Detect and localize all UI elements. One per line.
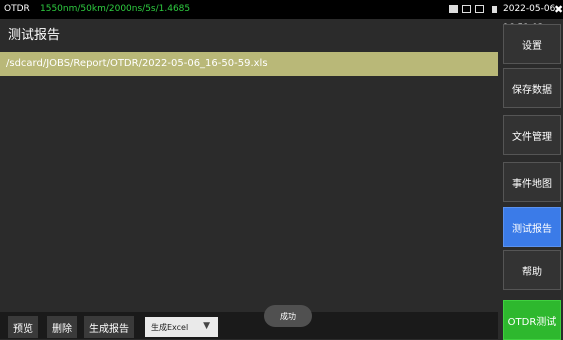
delete-button[interactable]: 删除	[47, 316, 77, 338]
sidebar-item-test-report[interactable]: 测试报告	[503, 207, 561, 247]
battery-icon	[492, 6, 497, 13]
status-bar: OTDR 1550nm/50km/2000ns/5s/1.4685 2022-0…	[0, 0, 563, 33]
sidebar-item-file-manager[interactable]: 文件管理	[503, 115, 561, 155]
bottom-toolbar: 预览 删除 生成报告 生成Excel ▼	[0, 312, 498, 339]
preview-button[interactable]: 预览	[8, 316, 38, 338]
save-icon	[449, 5, 458, 13]
status-icons	[449, 5, 484, 13]
network-icon	[475, 5, 484, 13]
sidebar-item-event-map[interactable]: 事件地图	[503, 162, 561, 202]
close-icon[interactable]: ✖	[554, 0, 563, 19]
chevron-down-icon: ▼	[203, 321, 210, 331]
generate-report-button[interactable]: 生成报告	[84, 316, 134, 338]
network-icon	[462, 5, 471, 13]
otdr-test-button[interactable]: OTDR测试	[503, 300, 561, 340]
success-toast: 成功	[264, 305, 312, 327]
report-format-select[interactable]: 生成Excel ▼	[145, 317, 218, 337]
app-name: OTDR	[4, 4, 30, 14]
measurement-params: 1550nm/50km/2000ns/5s/1.4685	[40, 4, 191, 14]
sidebar-item-settings[interactable]: 设置	[503, 24, 561, 64]
sidebar-item-help[interactable]: 帮助	[503, 250, 561, 290]
report-format-value: 生成Excel	[151, 322, 189, 332]
report-file-row[interactable]: /sdcard/JOBS/Report/OTDR/2022-05-06_16-5…	[0, 52, 498, 76]
sidebar-item-save-data[interactable]: 保存数据	[503, 68, 561, 108]
page-title: 测试报告	[8, 28, 61, 43]
